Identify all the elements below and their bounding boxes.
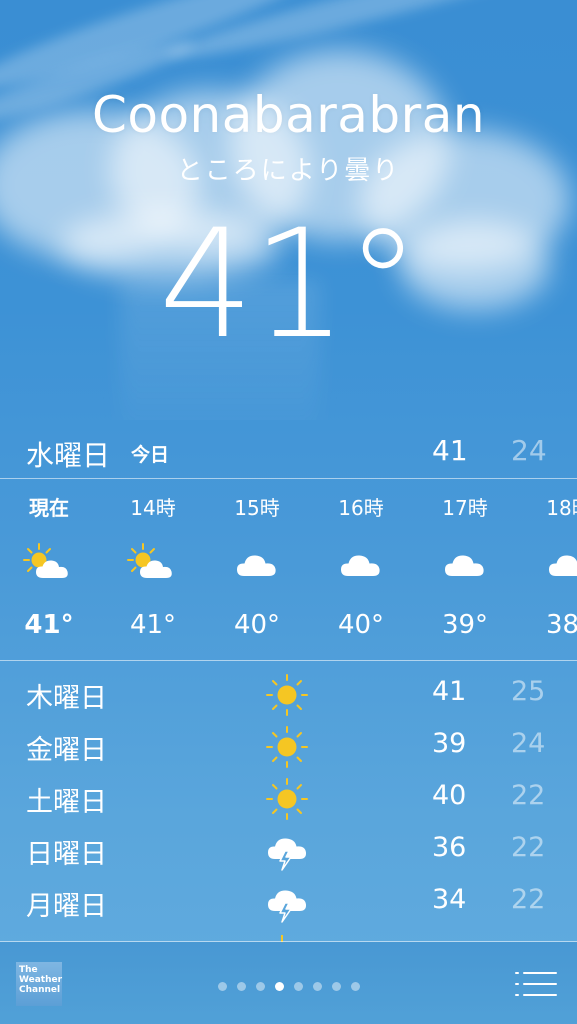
today-day-name: 水曜日 bbox=[26, 439, 111, 472]
day-name: 日曜日 bbox=[26, 839, 107, 870]
today-low-temp: 24 bbox=[511, 434, 547, 467]
day-name: 木曜日 bbox=[26, 683, 107, 714]
day-low-temp: 24 bbox=[511, 728, 546, 759]
hour-label: 現在 bbox=[29, 496, 69, 520]
cloud-icon bbox=[231, 542, 283, 582]
daily-forecast-row: 月曜日 34 22 bbox=[0, 876, 577, 928]
divider bbox=[0, 478, 577, 479]
day-high-temp: 36 bbox=[432, 832, 467, 863]
hourly-forecast-item: 16時 40° bbox=[309, 480, 413, 660]
day-high-temp: 39 bbox=[432, 728, 467, 759]
daily-forecast-list[interactable]: 木曜日 41 25 金曜日 39 24 土曜日 40 22 日曜日 36 22 月曜日 34 22 bbox=[0, 668, 577, 928]
thunderstorm-icon bbox=[265, 829, 309, 873]
hour-temperature: 39° bbox=[441, 610, 489, 640]
today-label: 今日 bbox=[131, 444, 170, 466]
day-high-temp: 41 bbox=[432, 676, 467, 707]
daily-forecast-row: 日曜日 36 22 bbox=[0, 824, 577, 876]
hour-temperature: 40° bbox=[233, 610, 281, 640]
page-dot[interactable] bbox=[350, 982, 360, 991]
hour-label: 16時 bbox=[338, 496, 384, 520]
page-dot[interactable] bbox=[293, 982, 303, 991]
day-low-temp: 25 bbox=[511, 676, 546, 707]
day-name: 土曜日 bbox=[26, 787, 107, 818]
page-dot[interactable] bbox=[255, 982, 265, 991]
day-low-temp: 22 bbox=[511, 884, 546, 915]
hour-label: 15時 bbox=[234, 496, 280, 520]
hour-label: 14時 bbox=[130, 496, 176, 520]
hourly-forecast-strip[interactable]: 現在 41° 14時 41° 15時 40° 16時 40° 17時 39° 18時 38° bbox=[0, 480, 577, 660]
page-dot[interactable] bbox=[236, 982, 246, 991]
partly-sunny-icon bbox=[23, 542, 75, 582]
page-dot[interactable] bbox=[312, 982, 322, 991]
sun-icon bbox=[265, 725, 309, 769]
hourly-forecast-item: 現在 41° bbox=[0, 480, 101, 660]
page-dot[interactable] bbox=[274, 982, 284, 991]
daily-forecast-row: 土曜日 40 22 bbox=[0, 772, 577, 824]
hour-temperature: 41° bbox=[24, 610, 74, 640]
page-dot[interactable] bbox=[331, 982, 341, 991]
hourly-forecast-item: 18時 38° bbox=[517, 480, 577, 660]
cloud-icon bbox=[439, 542, 491, 582]
hourly-forecast-item: 14時 41° bbox=[101, 480, 205, 660]
thunderstorm-icon bbox=[265, 881, 309, 925]
hourly-forecast-item: 15時 40° bbox=[205, 480, 309, 660]
daily-forecast-row: 金曜日 39 24 bbox=[0, 720, 577, 772]
cloud-icon bbox=[335, 542, 387, 582]
daily-forecast-row: 木曜日 41 25 bbox=[0, 668, 577, 720]
hourly-forecast-item: 17時 39° bbox=[413, 480, 517, 660]
city-name: Coonabarabran bbox=[91, 86, 486, 144]
divider bbox=[0, 660, 577, 661]
day-low-temp: 22 bbox=[511, 780, 546, 811]
hour-temperature: 40° bbox=[337, 610, 385, 640]
hour-temperature: 38° bbox=[545, 610, 577, 640]
weather-condition: ところにより曇り bbox=[176, 156, 401, 186]
page-dot[interactable] bbox=[217, 982, 227, 991]
hour-label: 18時 bbox=[546, 496, 577, 520]
day-high-temp: 34 bbox=[432, 884, 467, 915]
sun-icon bbox=[265, 777, 309, 821]
hour-temperature: 41° bbox=[129, 610, 177, 640]
hour-label: 17時 bbox=[442, 496, 488, 520]
list-icon[interactable] bbox=[515, 970, 557, 998]
partly-sunny-icon bbox=[127, 542, 179, 582]
cloud-icon bbox=[543, 542, 577, 582]
day-low-temp: 22 bbox=[511, 832, 546, 863]
day-high-temp: 40 bbox=[432, 780, 467, 811]
day-name: 月曜日 bbox=[26, 891, 107, 922]
bottom-toolbar: The Weather Channel bbox=[0, 942, 577, 1024]
today-summary-row: 水曜日 今日 41 24 bbox=[0, 428, 577, 476]
current-temperature: 41° bbox=[158, 198, 421, 372]
page-indicator[interactable] bbox=[0, 976, 577, 995]
today-high-temp: 41 bbox=[432, 434, 468, 467]
day-name: 金曜日 bbox=[26, 735, 107, 766]
sun-icon bbox=[265, 673, 309, 717]
